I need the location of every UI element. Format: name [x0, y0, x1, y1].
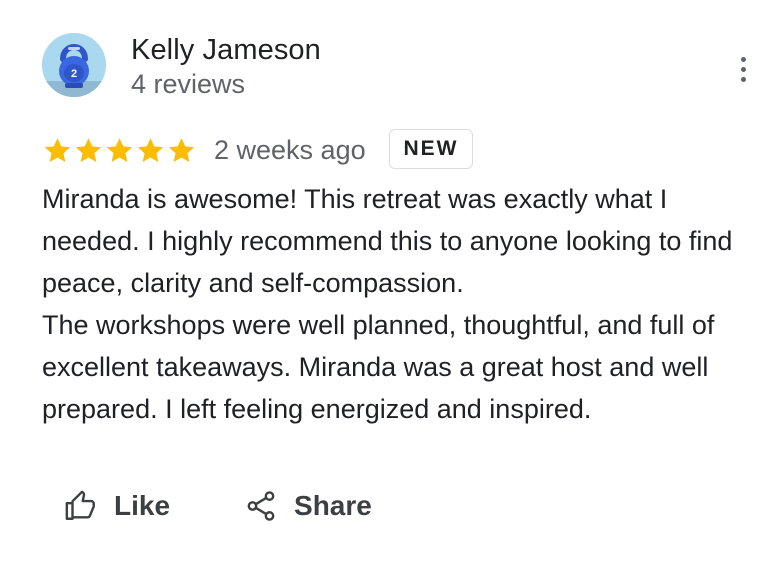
share-button[interactable]: Share: [244, 489, 372, 523]
review-paragraph: Miranda is awesome! This retreat was exa…: [42, 184, 733, 298]
review-date: 2 weeks ago: [214, 135, 366, 165]
author-avatar[interactable]: 2: [42, 33, 106, 97]
more-vertical-icon-dot: [740, 76, 746, 82]
review-actions: Like Share: [64, 484, 372, 528]
author-name[interactable]: Kelly Jameson: [131, 32, 321, 68]
more-vertical-icon-dot: [740, 66, 746, 72]
thumbs-up-icon: [65, 490, 95, 520]
star-icon: [137, 137, 164, 162]
kettlebell-avatar-icon: 2: [42, 33, 106, 97]
star-icon: [168, 137, 195, 162]
like-button[interactable]: Like: [64, 489, 170, 523]
review-text: Miranda is awesome! This retreat was exa…: [42, 178, 754, 430]
star-icon: [44, 137, 71, 162]
star-icon: [75, 137, 102, 162]
like-label: Like: [114, 490, 171, 521]
svg-text:2: 2: [71, 68, 77, 80]
review-card: 2 Kelly Jameson 4 reviews 2 weeks ago NE…: [0, 0, 776, 574]
review-paragraph: The workshops were well planned, thought…: [42, 310, 715, 424]
star-rating: [42, 134, 197, 166]
share-icon: [247, 491, 275, 521]
star-icon: [106, 137, 133, 162]
more-vertical-icon: [740, 56, 746, 62]
new-badge: NEW: [389, 129, 473, 169]
more-options-button[interactable]: [728, 52, 758, 86]
share-label: Share: [294, 490, 372, 521]
author-review-count[interactable]: 4 reviews: [131, 67, 245, 101]
